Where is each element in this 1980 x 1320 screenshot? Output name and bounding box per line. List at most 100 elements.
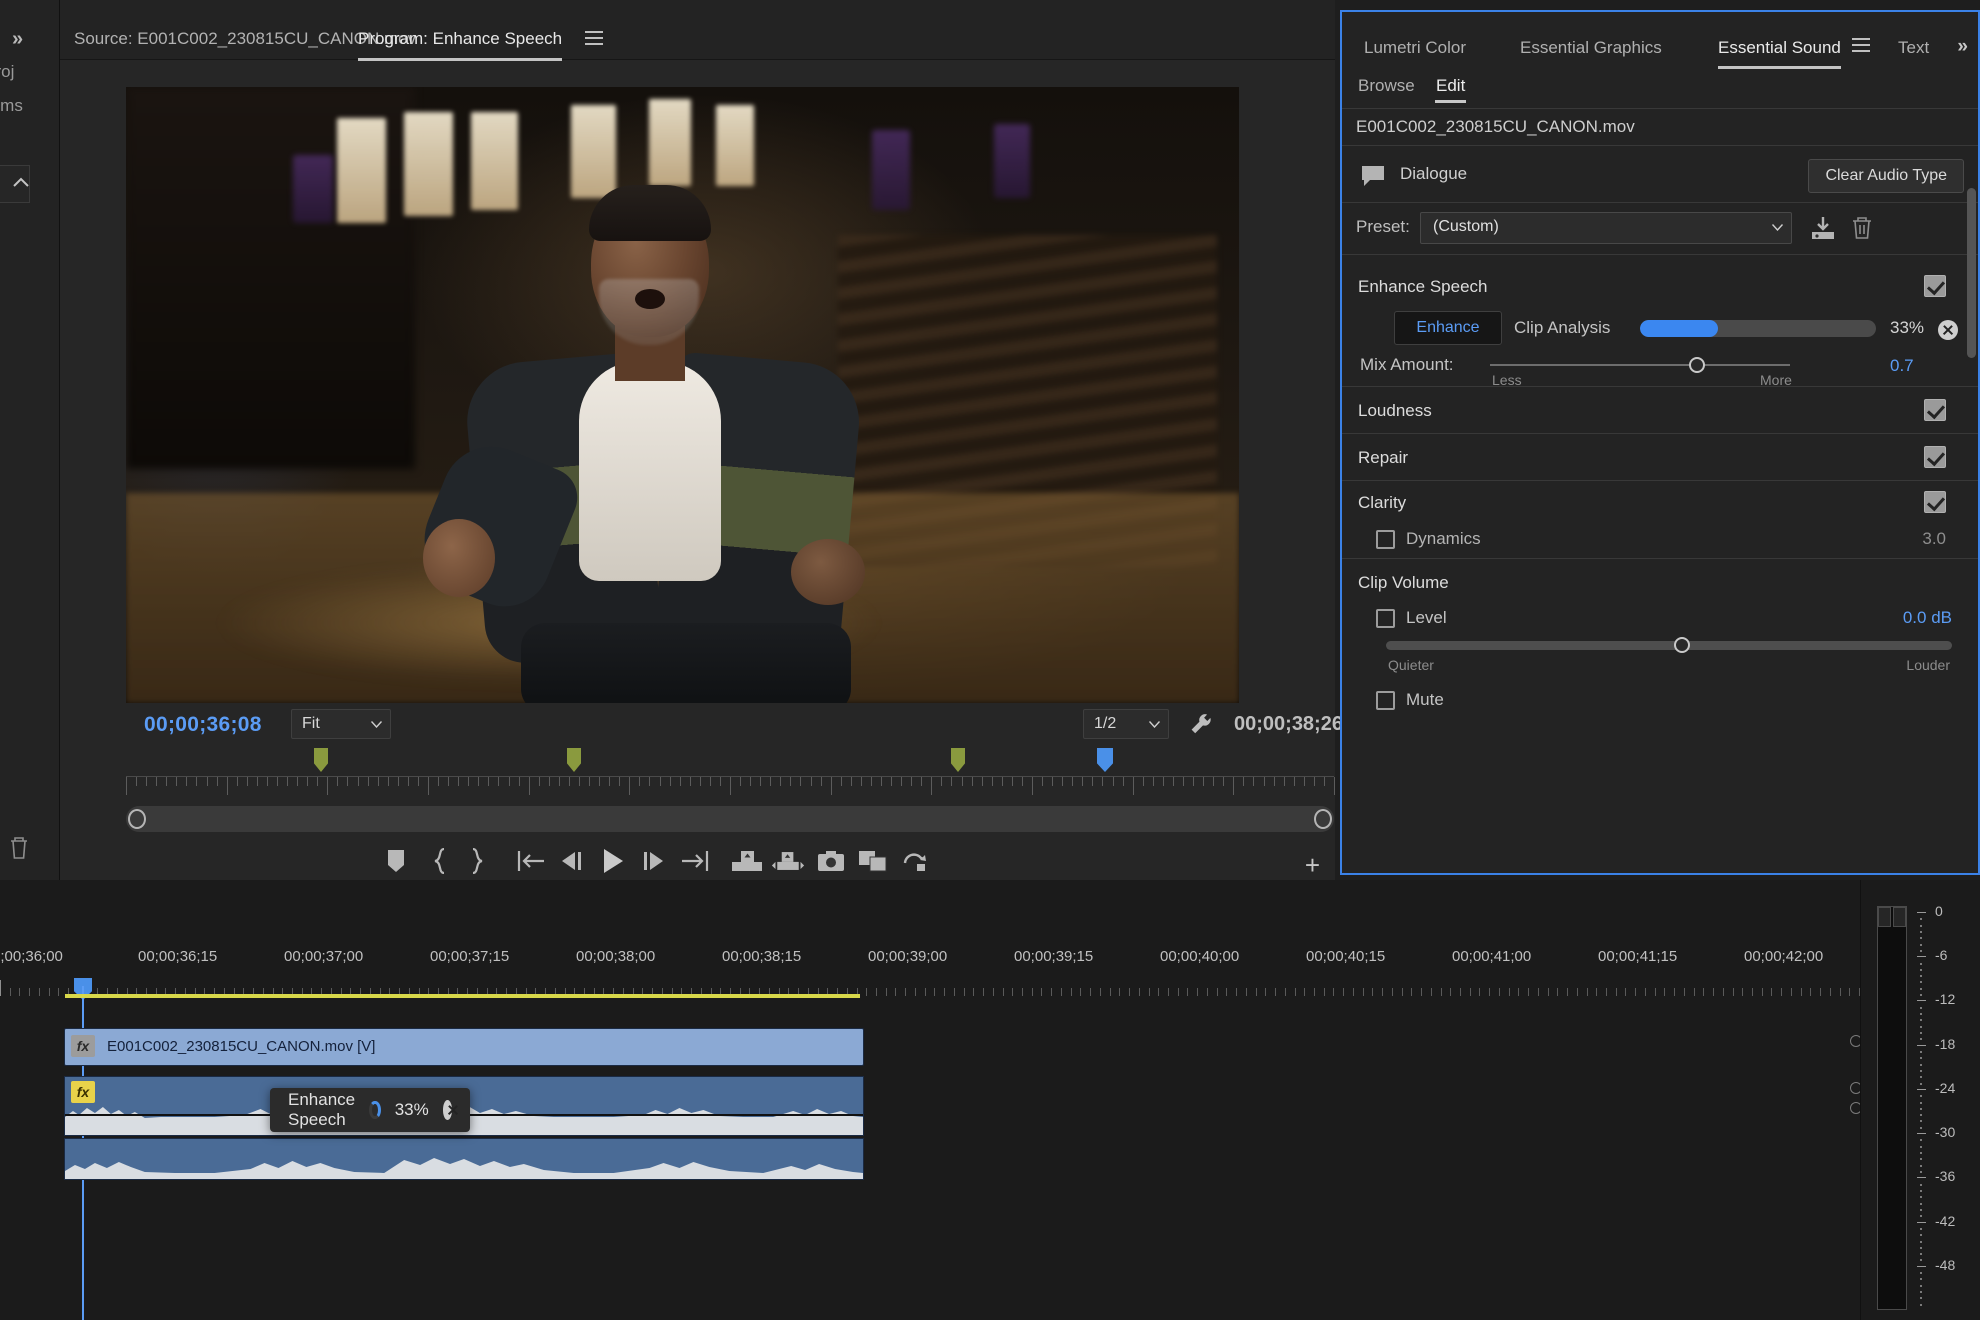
- extract-button[interactable]: [771, 844, 805, 878]
- subtab-browse[interactable]: Browse: [1358, 76, 1415, 96]
- chevron-double-right-icon[interactable]: »: [12, 28, 23, 51]
- audio-meter-bars[interactable]: [1877, 906, 1907, 1310]
- tab-program[interactable]: Program: Enhance Speech: [358, 29, 563, 61]
- marker-green-2[interactable]: [567, 748, 581, 772]
- timeline-timecode-label: 00;00;40;00: [1160, 948, 1240, 965]
- timeline-ruler-tick: [1119, 988, 1121, 996]
- level-checkbox[interactable]: [1376, 609, 1395, 628]
- meter-clip-indicator-left[interactable]: [1878, 907, 1891, 927]
- meter-minor-dot: [1920, 1095, 1922, 1098]
- panel-scrollbar-thumb[interactable]: [1967, 188, 1976, 358]
- monitor-ruler-tick: [931, 777, 933, 795]
- timeline-ruler-tick: [1031, 988, 1033, 996]
- duration-timecode[interactable]: 00;00;38;26: [1234, 713, 1343, 736]
- monitor-ruler-tick: [448, 777, 450, 786]
- go-to-in-button[interactable]: [514, 844, 548, 878]
- play-stop-button[interactable]: [596, 844, 630, 878]
- monitor-ruler-tick: [921, 777, 923, 786]
- level-value[interactable]: 0.0 dB: [1903, 608, 1952, 628]
- clear-audio-type-button[interactable]: Clear Audio Type: [1808, 159, 1964, 193]
- meter-minor-dot: [1920, 1171, 1922, 1174]
- lift-button[interactable]: [730, 844, 764, 878]
- playback-resolution-select[interactable]: 1/2: [1083, 709, 1169, 739]
- tab-essential-sound[interactable]: Essential Sound: [1718, 38, 1841, 69]
- mark-out-button[interactable]: [460, 844, 494, 878]
- cancel-circle-icon[interactable]: [1938, 320, 1958, 340]
- monitor-ruler-tick: [186, 777, 188, 786]
- chevron-double-right-icon[interactable]: »: [1957, 36, 1968, 58]
- step-back-button[interactable]: [554, 844, 588, 878]
- timeline-video-clip[interactable]: fx E001C002_230815CU_CANON.mov [V]: [64, 1028, 864, 1066]
- level-slider-track[interactable]: [1386, 641, 1952, 650]
- tab-lumetri-color[interactable]: Lumetri Color: [1364, 38, 1466, 58]
- meter-tick: [1917, 912, 1926, 913]
- timeline-audio-clip-ch2[interactable]: [64, 1138, 864, 1180]
- timeline-ruler-tick: [1440, 988, 1442, 996]
- add-marker-button[interactable]: [379, 844, 413, 878]
- wrench-icon[interactable]: [1188, 711, 1214, 737]
- level-slider-knob[interactable]: [1674, 637, 1691, 653]
- comparison-view-icon[interactable]: [856, 844, 890, 878]
- spinner-icon: [369, 1101, 381, 1119]
- monitor-ruler-tick: [377, 777, 379, 786]
- scrub-handle-right[interactable]: [1314, 809, 1332, 829]
- left-strip-item-items[interactable]: tems: [0, 96, 23, 116]
- monitor-ruler-tick: [599, 777, 601, 786]
- mix-amount-slider-knob[interactable]: [1689, 357, 1705, 373]
- fx-badge-icon[interactable]: fx: [71, 1035, 95, 1057]
- enhance-speech-checkbox[interactable]: [1924, 275, 1946, 297]
- step-forward-button[interactable]: [637, 844, 671, 878]
- timeline-ruler-tick: [1002, 988, 1004, 996]
- camera-icon[interactable]: [814, 844, 848, 878]
- timeline-ruler-tick: [1022, 988, 1023, 996]
- meter-minor-dot: [1920, 1208, 1922, 1211]
- scrub-handle-left[interactable]: [128, 809, 146, 829]
- meter-clip-indicator-right[interactable]: [1893, 907, 1906, 927]
- monitor-ruler-tick: [699, 777, 701, 786]
- go-to-out-button[interactable]: [678, 844, 712, 878]
- trash-icon[interactable]: [8, 835, 30, 861]
- current-timecode[interactable]: 00;00;36;08: [144, 713, 262, 737]
- multicam-icon[interactable]: [898, 844, 932, 878]
- repair-checkbox[interactable]: [1924, 446, 1946, 468]
- section-loudness[interactable]: Loudness: [1342, 386, 1978, 433]
- trash-icon[interactable]: [1850, 216, 1874, 240]
- section-repair[interactable]: Repair: [1342, 433, 1978, 480]
- marker-green-1[interactable]: [314, 748, 328, 772]
- zoom-level-select[interactable]: Fit: [291, 709, 391, 739]
- enhance-button[interactable]: Enhance: [1394, 311, 1502, 345]
- preset-select[interactable]: (Custom): [1420, 212, 1792, 244]
- save-preset-icon[interactable]: [1810, 216, 1836, 240]
- tab-essential-graphics[interactable]: Essential Graphics: [1520, 38, 1662, 58]
- program-monitor-video[interactable]: [126, 87, 1239, 703]
- render-bar-yellow: [65, 994, 860, 998]
- left-strip-item-proj[interactable]: proj: [0, 62, 14, 82]
- hamburger-menu-icon[interactable]: [1852, 38, 1870, 52]
- button-editor-plus-icon[interactable]: +: [1305, 850, 1320, 881]
- monitor-ruler-tick: [428, 777, 429, 795]
- timeline-ruler[interactable]: 0;00;36;00 00;00;36;15 00;00;37;00 00;00;37…: [0, 948, 1861, 996]
- hamburger-menu-icon[interactable]: [585, 31, 603, 45]
- mix-amount-value[interactable]: 0.7: [1890, 356, 1914, 376]
- clarity-checkbox[interactable]: [1924, 491, 1946, 513]
- monitor-ruler-tick: [538, 777, 540, 786]
- dynamics-value[interactable]: 3.0: [1922, 529, 1946, 549]
- subtab-edit[interactable]: Edit: [1434, 76, 1467, 103]
- tab-text[interactable]: Text: [1898, 38, 1929, 58]
- cancel-circle-icon[interactable]: [442, 1100, 452, 1120]
- mute-checkbox[interactable]: [1376, 691, 1395, 710]
- timeline-ruler-tick: [1012, 988, 1014, 996]
- lap: [520, 623, 851, 703]
- dynamics-checkbox[interactable]: [1376, 530, 1395, 549]
- monitor-ruler-tick: [136, 777, 138, 786]
- mark-in-button[interactable]: [423, 844, 457, 878]
- chevron-up-icon[interactable]: [10, 172, 32, 194]
- meter-minor-dot: [1920, 1164, 1922, 1167]
- monitor-playhead-marker[interactable]: [1097, 748, 1113, 772]
- marker-green-3[interactable]: [951, 748, 965, 772]
- monitor-scrub-bar[interactable]: [126, 806, 1334, 832]
- audio-type-label: Dialogue: [1400, 164, 1468, 183]
- loudness-checkbox[interactable]: [1924, 399, 1946, 421]
- mix-amount-slider-track[interactable]: [1490, 364, 1790, 366]
- monitor-ruler[interactable]: [126, 776, 1335, 806]
